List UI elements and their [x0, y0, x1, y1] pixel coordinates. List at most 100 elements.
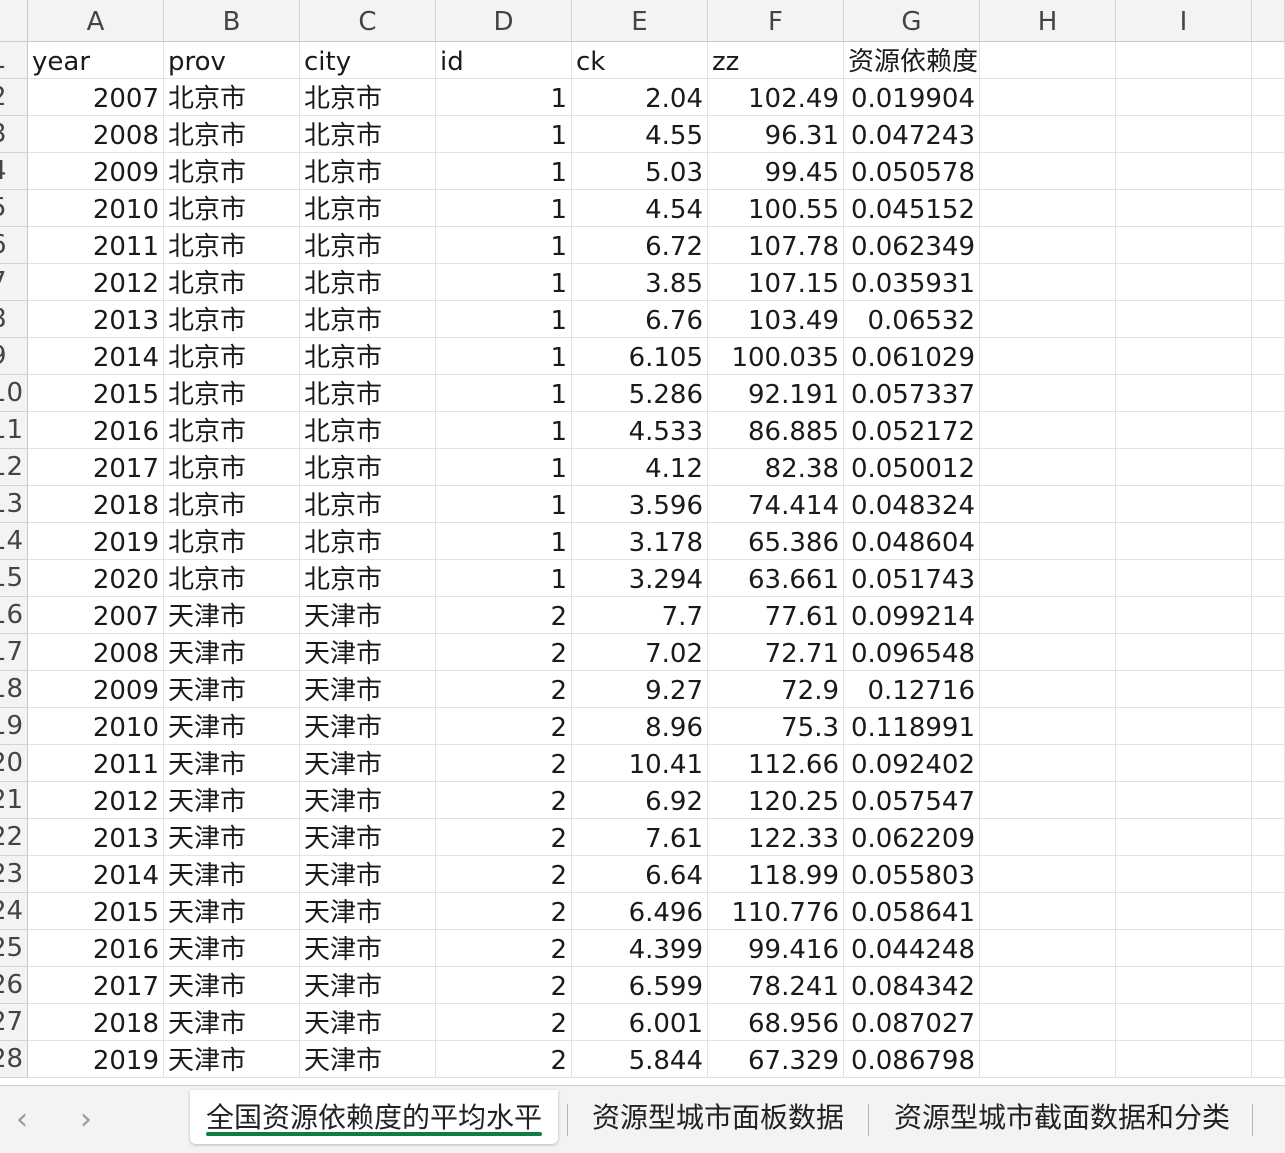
- table-cell[interactable]: 0.050012: [844, 449, 980, 486]
- row-header[interactable]: 15: [0, 560, 28, 597]
- table-cell[interactable]: 107.78: [708, 227, 844, 264]
- table-cell[interactable]: 北京市: [164, 486, 300, 523]
- row-header[interactable]: 28: [0, 1041, 28, 1078]
- table-cell[interactable]: 1: [436, 79, 572, 116]
- table-cell[interactable]: 北京市: [300, 523, 436, 560]
- table-cell[interactable]: [980, 597, 1116, 634]
- column-header-e[interactable]: E: [572, 0, 708, 42]
- table-cell[interactable]: [1116, 819, 1252, 856]
- table-cell[interactable]: 2010: [28, 190, 164, 227]
- table-cell[interactable]: [1116, 782, 1252, 819]
- row-header[interactable]: 10: [0, 375, 28, 412]
- table-cell[interactable]: 0.06532: [844, 301, 980, 338]
- table-cell[interactable]: 4.12: [572, 449, 708, 486]
- table-cell[interactable]: 北京市: [164, 523, 300, 560]
- table-cell[interactable]: 天津市: [164, 893, 300, 930]
- table-cell[interactable]: 2: [436, 671, 572, 708]
- column-header-g[interactable]: G: [844, 0, 980, 42]
- table-cell[interactable]: 北京市: [300, 301, 436, 338]
- table-cell[interactable]: [1252, 930, 1285, 967]
- table-cell[interactable]: 0.087027: [844, 1004, 980, 1041]
- table-cell[interactable]: [980, 1041, 1116, 1078]
- column-header-a[interactable]: A: [28, 0, 164, 42]
- table-cell[interactable]: [1252, 1041, 1285, 1078]
- table-cell[interactable]: 2015: [28, 893, 164, 930]
- table-cell[interactable]: 天津市: [164, 967, 300, 1004]
- table-cell[interactable]: 0.12716: [844, 671, 980, 708]
- table-cell[interactable]: [1116, 967, 1252, 1004]
- table-cell[interactable]: 0.051743: [844, 560, 980, 597]
- table-cell[interactable]: 6.72: [572, 227, 708, 264]
- table-cell[interactable]: [1116, 79, 1252, 116]
- table-cell[interactable]: 天津市: [164, 597, 300, 634]
- table-cell[interactable]: 2.04: [572, 79, 708, 116]
- table-cell[interactable]: 1: [436, 153, 572, 190]
- table-cell[interactable]: 天津市: [164, 782, 300, 819]
- table-cell[interactable]: [1116, 486, 1252, 523]
- table-cell[interactable]: 2008: [28, 116, 164, 153]
- table-cell[interactable]: 2008: [28, 634, 164, 671]
- table-cell[interactable]: [1116, 523, 1252, 560]
- row-header[interactable]: 3: [0, 116, 28, 153]
- table-cell[interactable]: 天津市: [164, 856, 300, 893]
- table-cell[interactable]: 北京市: [300, 153, 436, 190]
- table-cell[interactable]: [1116, 708, 1252, 745]
- table-cell[interactable]: [1252, 560, 1285, 597]
- table-cell[interactable]: 北京市: [164, 560, 300, 597]
- table-cell[interactable]: [1116, 116, 1252, 153]
- table-cell[interactable]: 0.048604: [844, 523, 980, 560]
- table-cell[interactable]: [980, 79, 1116, 116]
- table-cell[interactable]: [1116, 856, 1252, 893]
- table-cell[interactable]: 1: [436, 486, 572, 523]
- table-cell[interactable]: 2014: [28, 856, 164, 893]
- table-cell[interactable]: [1252, 301, 1285, 338]
- table-cell[interactable]: 天津市: [300, 671, 436, 708]
- table-cell[interactable]: 1: [436, 412, 572, 449]
- table-cell[interactable]: 北京市: [164, 449, 300, 486]
- table-cell[interactable]: 天津市: [164, 634, 300, 671]
- table-cell[interactable]: [980, 338, 1116, 375]
- table-cell[interactable]: [1252, 893, 1285, 930]
- table-cell[interactable]: 63.661: [708, 560, 844, 597]
- table-cell[interactable]: 77.61: [708, 597, 844, 634]
- table-cell[interactable]: 天津市: [164, 930, 300, 967]
- table-cell[interactable]: [980, 819, 1116, 856]
- table-cell[interactable]: 北京市: [300, 560, 436, 597]
- table-cell[interactable]: 2016: [28, 930, 164, 967]
- row-header[interactable]: 14: [0, 523, 28, 560]
- table-cell[interactable]: [1116, 893, 1252, 930]
- table-cell[interactable]: 北京市: [300, 449, 436, 486]
- table-cell[interactable]: [1116, 412, 1252, 449]
- table-cell[interactable]: 1: [436, 560, 572, 597]
- table-cell[interactable]: [980, 671, 1116, 708]
- row-header[interactable]: 26: [0, 967, 28, 1004]
- table-cell[interactable]: 1: [436, 190, 572, 227]
- table-cell[interactable]: 74.414: [708, 486, 844, 523]
- table-cell[interactable]: 92.191: [708, 375, 844, 412]
- table-cell[interactable]: 北京市: [300, 190, 436, 227]
- table-cell[interactable]: 78.241: [708, 967, 844, 1004]
- table-cell[interactable]: 0.057337: [844, 375, 980, 412]
- table-cell[interactable]: 2018: [28, 486, 164, 523]
- row-header[interactable]: 5: [0, 190, 28, 227]
- table-cell[interactable]: [1116, 264, 1252, 301]
- header-cell[interactable]: [980, 42, 1116, 79]
- table-cell[interactable]: [1116, 671, 1252, 708]
- table-cell[interactable]: [1116, 449, 1252, 486]
- table-cell[interactable]: 北京市: [300, 375, 436, 412]
- table-cell[interactable]: [980, 634, 1116, 671]
- table-cell[interactable]: 北京市: [164, 338, 300, 375]
- table-cell[interactable]: 北京市: [300, 338, 436, 375]
- table-cell[interactable]: 72.9: [708, 671, 844, 708]
- table-cell[interactable]: 120.25: [708, 782, 844, 819]
- table-cell[interactable]: 3.85: [572, 264, 708, 301]
- table-cell[interactable]: [980, 930, 1116, 967]
- table-cell[interactable]: 112.66: [708, 745, 844, 782]
- table-cell[interactable]: 北京市: [164, 190, 300, 227]
- table-cell[interactable]: 1: [436, 227, 572, 264]
- table-cell[interactable]: [980, 523, 1116, 560]
- table-cell[interactable]: 0.048324: [844, 486, 980, 523]
- table-cell[interactable]: [980, 412, 1116, 449]
- table-cell[interactable]: 3.294: [572, 560, 708, 597]
- table-cell[interactable]: 2012: [28, 782, 164, 819]
